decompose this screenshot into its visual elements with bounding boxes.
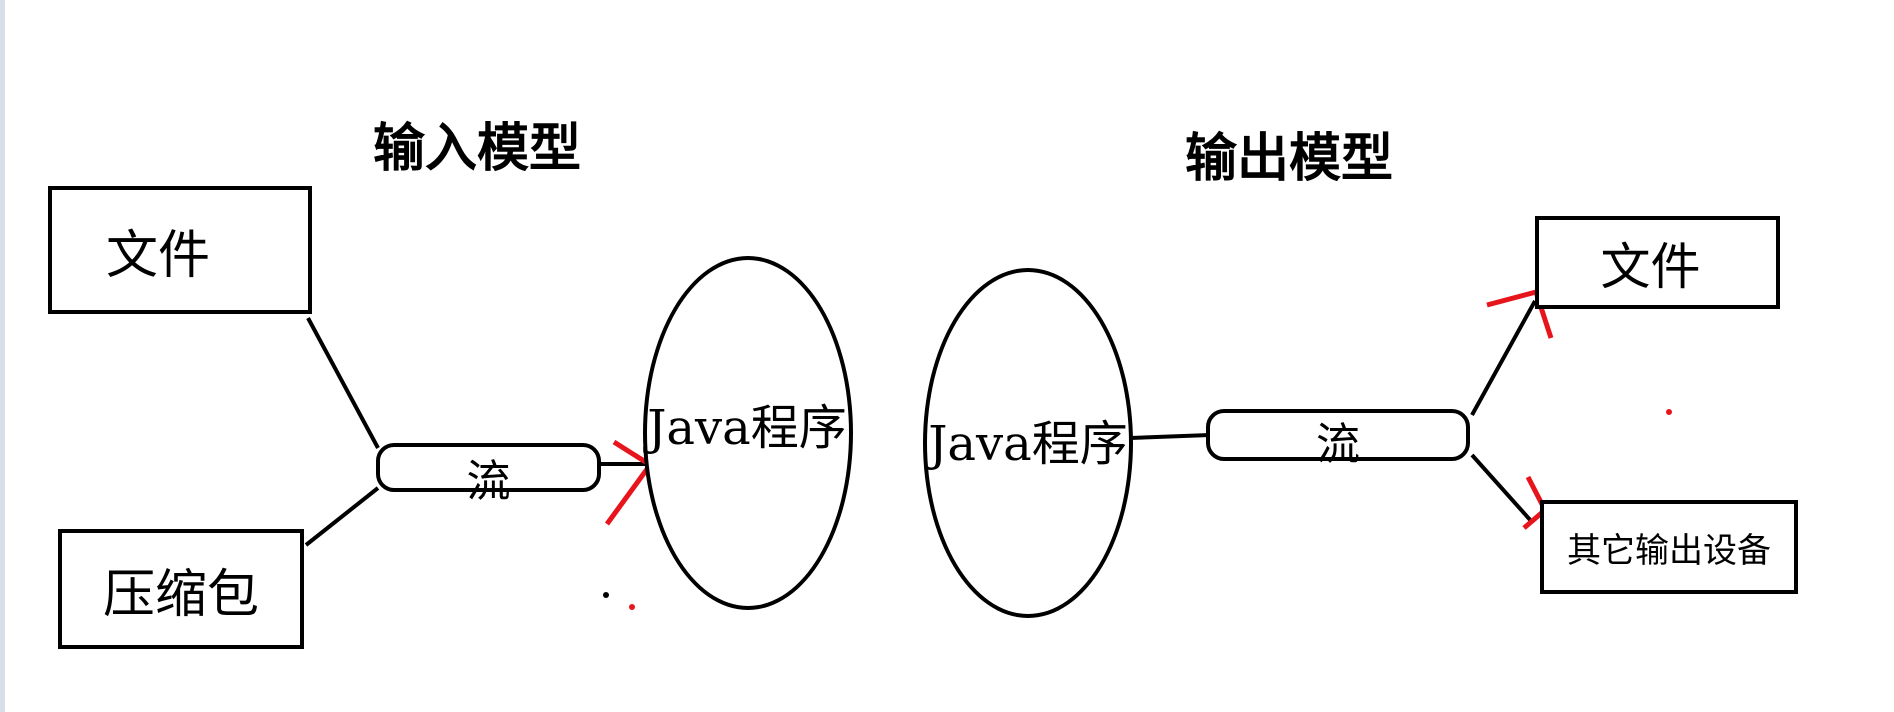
connector-stream-to-device <box>1470 453 1534 524</box>
stray-dot <box>629 604 635 610</box>
diagram-canvas: 输入模型 文件 压缩包 流 Java程序 输出模型 Java程序 流 文件 其它… <box>0 0 1894 712</box>
output-target-file-label: 文件 <box>1600 237 1701 296</box>
stray-dot <box>1666 409 1672 415</box>
connector-archive-to-stream <box>304 486 380 547</box>
input-model-title: 输入模型 <box>373 118 582 179</box>
input-java-program-label: Java程序 <box>647 400 847 456</box>
output-java-program: Java程序 <box>923 268 1133 618</box>
connector-program-to-stream <box>1129 433 1211 440</box>
input-java-program: Java程序 <box>643 256 853 610</box>
input-stream-label: 流 <box>466 455 511 507</box>
output-target-device: 其它输出设备 <box>1540 500 1798 594</box>
input-source-archive: 压缩包 <box>58 529 304 649</box>
output-stream-label: 流 <box>1316 419 1360 470</box>
connector-stream-to-file <box>1470 300 1537 416</box>
connector-file-to-stream <box>306 317 380 449</box>
input-source-file-label: 文件 <box>105 225 210 286</box>
output-target-file: 文件 <box>1535 216 1780 309</box>
output-target-device-label: 其它输出设备 <box>1567 530 1771 571</box>
input-source-archive-label: 压缩包 <box>102 564 259 625</box>
output-model-title: 输出模型 <box>1185 128 1394 189</box>
stray-dot <box>603 592 609 598</box>
output-stream: 流 <box>1206 409 1470 470</box>
output-java-program-label: Java程序 <box>928 416 1128 472</box>
input-stream: 流 <box>376 443 601 507</box>
input-source-file: 文件 <box>48 186 312 314</box>
